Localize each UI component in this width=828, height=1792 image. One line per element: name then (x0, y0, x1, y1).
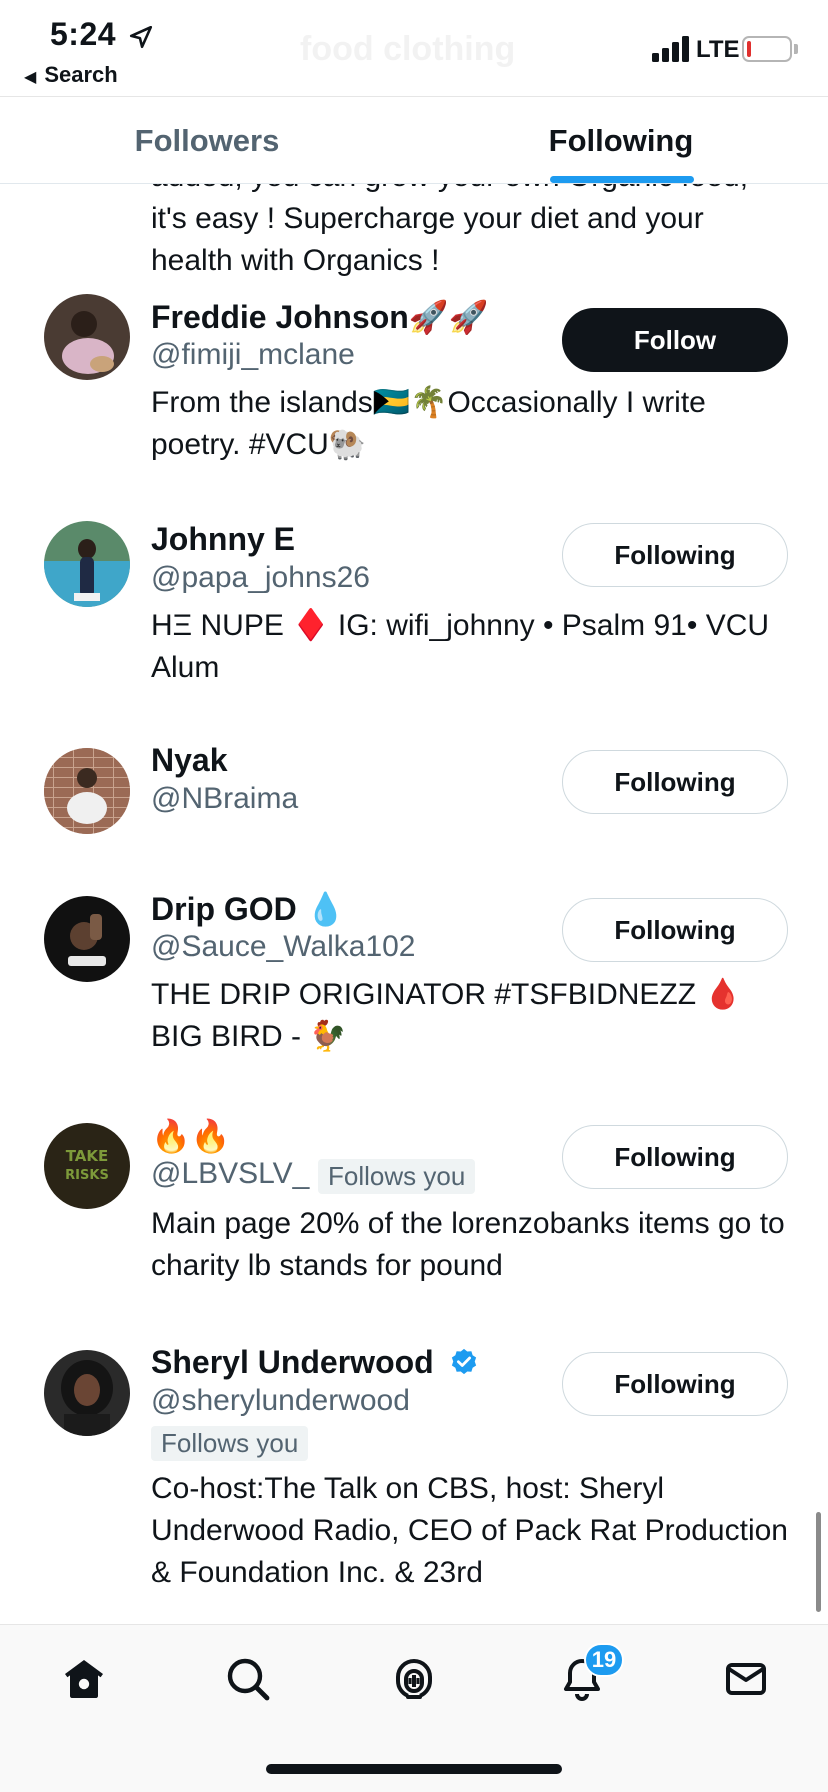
following-button[interactable]: Following (562, 1352, 788, 1416)
user-name: Sheryl Underwood (151, 1344, 434, 1380)
avatar[interactable]: TAKE RISKS (44, 1123, 130, 1209)
messages-icon[interactable] (722, 1655, 770, 1703)
verified-badge-icon (451, 1348, 476, 1375)
status-time: 5:24 (50, 16, 117, 52)
user-name: Freddie Johnson🚀🚀 (151, 299, 489, 335)
back-search-label: Search (44, 62, 118, 87)
user-bio: HΞ NUPE ♦️ IG: wifi_johnny • Psalm 91• V… (151, 609, 770, 684)
user-name: Drip GOD 💧 (151, 891, 346, 927)
partial-bio: added, you can grow your own Organic foo… (151, 184, 748, 277)
status-bar: food clothing 5:24 ◀ Search LTE (0, 0, 828, 96)
following-button[interactable]: Following (562, 1125, 788, 1189)
spaces-icon[interactable] (390, 1655, 438, 1703)
battery-tip (794, 44, 798, 54)
battery-icon (742, 36, 792, 62)
user-handle: @LBVSLV_ (151, 1157, 310, 1190)
tab-following[interactable]: Following (414, 97, 828, 185)
follows-you-badge: Follows you (318, 1159, 476, 1194)
user-bio: THE DRIP ORIGINATOR #TSFBIDNEZZ 🩸 BIG BI… (151, 978, 742, 1053)
user-name-row: Sheryl Underwood (151, 1344, 479, 1381)
follow-tabs: Followers Following (0, 96, 828, 184)
following-button[interactable]: Following (562, 750, 788, 814)
avatar[interactable] (44, 896, 130, 982)
avatar[interactable] (44, 294, 130, 380)
user-bio: Co-host:The Talk on CBS, host: Sheryl Un… (151, 1472, 788, 1589)
home-indicator[interactable] (266, 1764, 562, 1774)
avatar[interactable] (44, 748, 130, 834)
location-arrow-icon (129, 25, 153, 49)
user-name: Johnny E (151, 521, 296, 557)
notification-count-badge: 19 (584, 1643, 624, 1677)
following-button[interactable]: Following (562, 523, 788, 587)
tab-followers[interactable]: Followers (0, 97, 414, 185)
back-triangle-icon: ◀ (24, 69, 37, 86)
avatar-text-risks: RISKS (65, 1168, 109, 1183)
follow-button[interactable]: Follow (562, 308, 788, 372)
user-handle: @Sauce_Walka102 (151, 930, 416, 963)
avatar[interactable] (44, 521, 130, 607)
user-name: Nyak (151, 742, 228, 778)
signal-icon (652, 36, 689, 62)
follows-you-badge: Follows you (151, 1426, 309, 1461)
ghost-title: food clothing (300, 30, 516, 68)
avatar-text-take: TAKE (66, 1147, 109, 1165)
home-icon[interactable] (60, 1655, 108, 1703)
user-handle: @sherylunderwood (151, 1384, 410, 1417)
scrollbar[interactable] (816, 1512, 821, 1612)
active-tab-indicator (550, 176, 694, 183)
search-icon[interactable] (224, 1655, 272, 1703)
user-handle: @fimiji_mclane (151, 338, 355, 371)
user-name: 🔥🔥 (151, 1118, 231, 1154)
back-to-search-button[interactable]: ◀ Search (24, 62, 118, 88)
user-handle: @NBraima (151, 782, 299, 815)
following-button[interactable]: Following (562, 898, 788, 962)
user-bio: Main page 20% of the lorenzobanks items … (151, 1207, 785, 1282)
avatar[interactable] (44, 1350, 130, 1436)
user-handle: @papa_johns26 (151, 561, 370, 594)
user-bio: From the islands🇧🇸🌴Occasionally I write … (151, 386, 706, 461)
network-type: LTE (696, 36, 740, 63)
following-list: added, you can grow your own Organic foo… (0, 184, 828, 1624)
